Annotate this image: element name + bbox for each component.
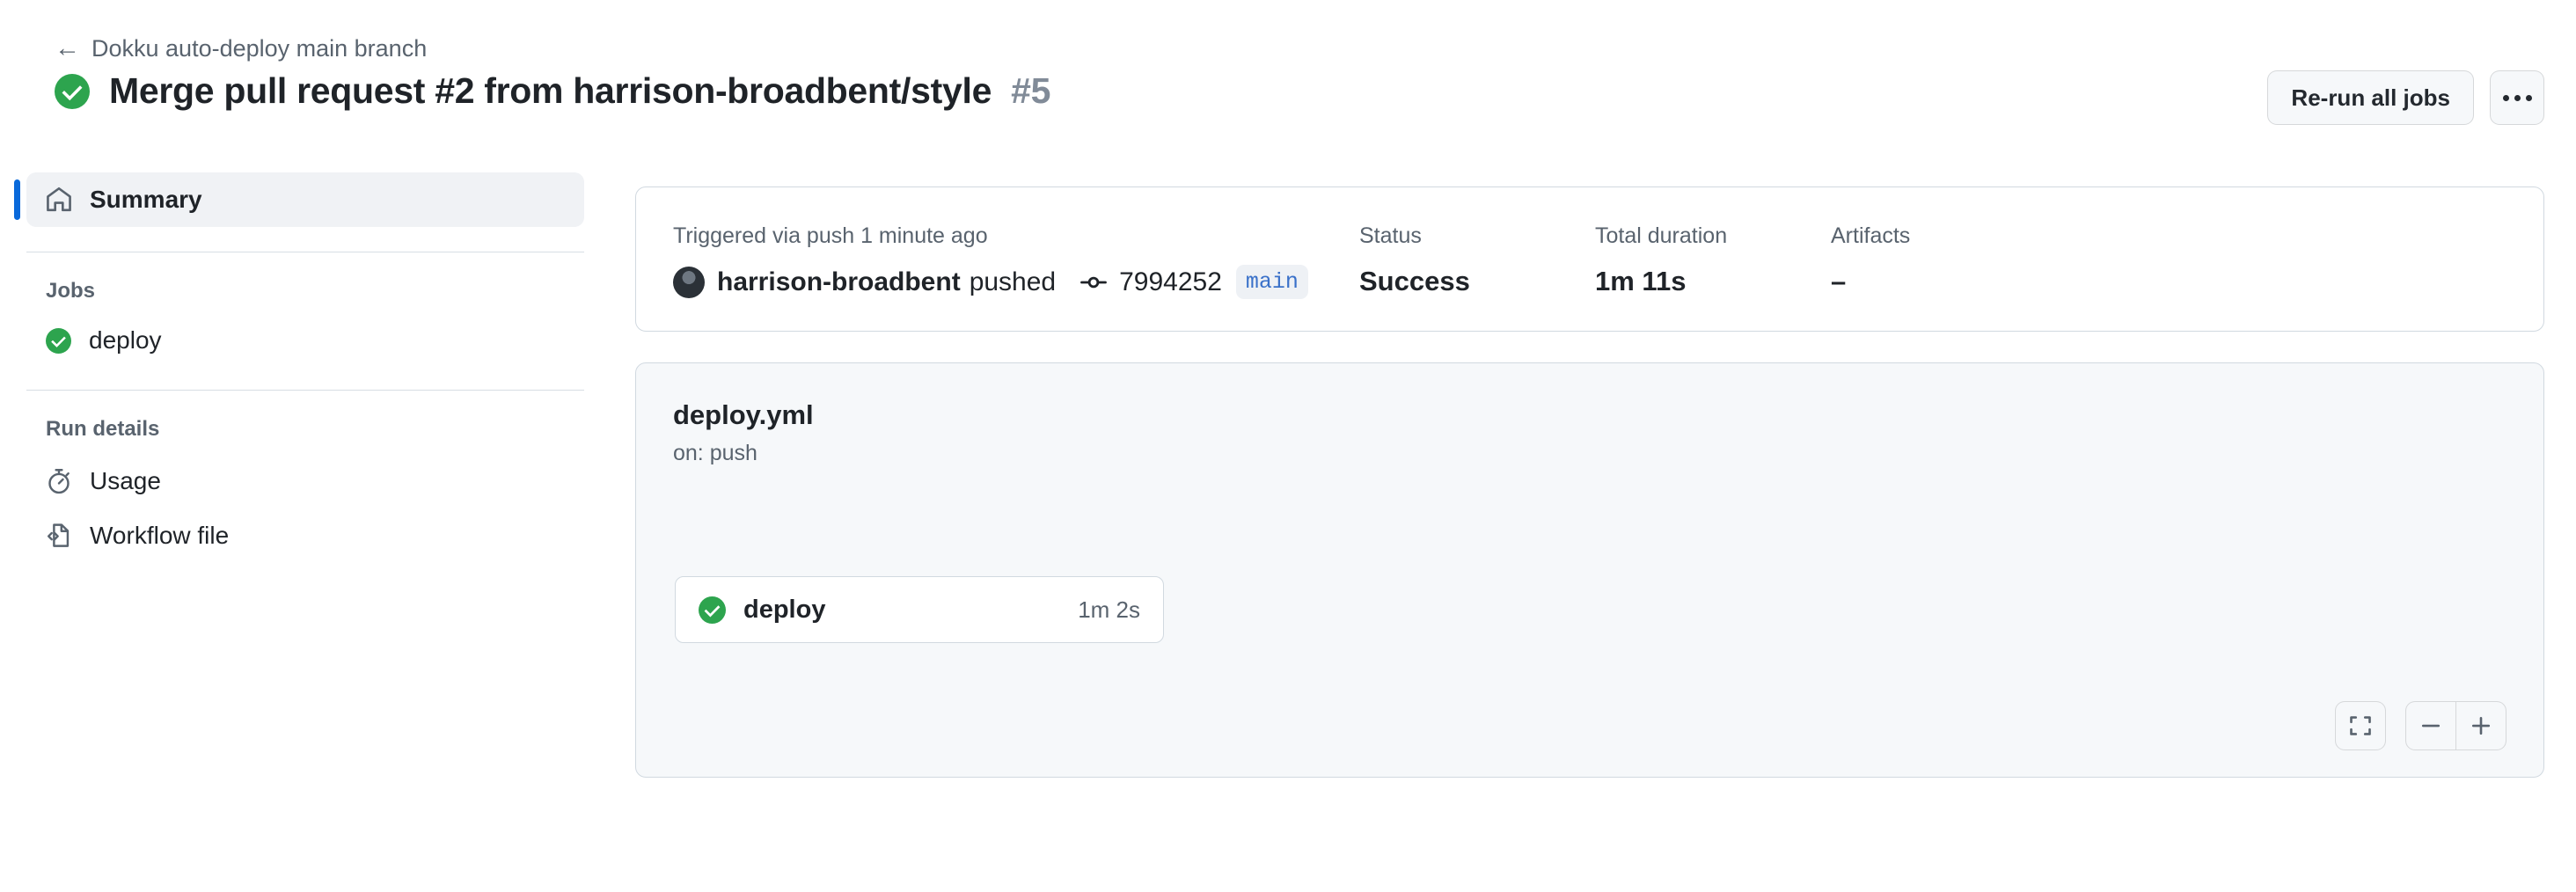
sidebar: Summary Jobs deploy Run details Usage Wo… xyxy=(0,172,616,563)
sidebar-item-label: Usage xyxy=(90,467,161,494)
rerun-all-jobs-button[interactable]: Re-run all jobs xyxy=(2267,70,2474,125)
graph-zoom-controls xyxy=(2335,701,2506,750)
graph-job-label: deploy xyxy=(743,595,826,624)
page-header: ← Dokku auto-deploy main branch Merge pu… xyxy=(0,0,2576,158)
plus-icon xyxy=(2471,716,2491,735)
run-title-row: Merge pull request #2 from harrison-broa… xyxy=(55,70,1050,112)
commit-sha[interactable]: 7994252 xyxy=(1119,267,1222,297)
artifacts-label: Artifacts xyxy=(1831,223,1911,248)
sidebar-heading-run-details: Run details xyxy=(46,417,160,441)
zoom-out-button[interactable] xyxy=(2406,702,2455,749)
check-circle-success-icon xyxy=(55,73,90,109)
trigger-column: Triggered via push 1 minute ago harrison… xyxy=(673,223,1359,299)
file-code-icon xyxy=(47,523,70,547)
breadcrumb[interactable]: ← Dokku auto-deploy main branch xyxy=(55,35,427,62)
more-options-button[interactable] xyxy=(2490,70,2544,125)
workflow-graph-card: deploy.yml on: push deploy 1m 2s xyxy=(635,362,2544,778)
status-label: Status xyxy=(1359,223,1422,248)
sidebar-divider-2 xyxy=(26,390,584,391)
status-column: Status Success xyxy=(1359,223,1595,297)
header-actions: Re-run all jobs xyxy=(2267,70,2544,125)
status-value: Success xyxy=(1359,266,1470,296)
sidebar-job-label: deploy xyxy=(89,326,162,354)
duration-column: Total duration 1m 11s xyxy=(1595,223,1831,297)
branch-badge[interactable]: main xyxy=(1235,265,1308,299)
sidebar-item-job-deploy[interactable]: deploy xyxy=(26,316,584,365)
sidebar-item-usage[interactable]: Usage xyxy=(26,454,584,508)
workflow-run-page: ← Dokku auto-deploy main branch Merge pu… xyxy=(0,0,2576,892)
graph-job-node-deploy[interactable]: deploy 1m 2s xyxy=(675,576,1164,643)
arrow-left-icon: ← xyxy=(55,34,80,62)
check-circle-success-icon xyxy=(46,327,71,354)
trigger-action: pushed xyxy=(969,267,1057,296)
page-title: Merge pull request #2 from harrison-broa… xyxy=(109,69,992,111)
sidebar-item-summary[interactable]: Summary xyxy=(14,172,584,227)
stopwatch-icon xyxy=(48,469,70,494)
main-content: Triggered via push 1 minute ago harrison… xyxy=(635,186,2544,778)
minus-icon xyxy=(2421,724,2441,727)
zoom-in-button[interactable] xyxy=(2456,702,2506,749)
kebab-horizontal-icon xyxy=(2502,94,2532,101)
run-number: #5 xyxy=(1011,70,1051,111)
git-commit-icon xyxy=(1080,276,1108,288)
fit-to-screen-target[interactable] xyxy=(2336,702,2385,749)
run-info-card: Triggered via push 1 minute ago harrison… xyxy=(635,186,2544,332)
check-circle-success-icon xyxy=(699,596,726,624)
zoom-control-group xyxy=(2405,701,2506,750)
artifacts-value: – xyxy=(1831,266,1847,296)
sidebar-item-label: Summary xyxy=(90,186,202,213)
actor-name[interactable]: harrison-broadbent xyxy=(717,267,961,297)
duration-value: 1m 11s xyxy=(1595,266,1687,296)
avatar xyxy=(673,266,705,298)
graph-job-duration: 1m 2s xyxy=(1078,596,1140,623)
sidebar-item-workflow-file[interactable]: Workflow file xyxy=(26,508,584,563)
home-icon xyxy=(47,186,71,212)
sidebar-item-label: Workflow file xyxy=(90,522,230,549)
fit-to-screen-button[interactable] xyxy=(2335,701,2386,750)
trigger-line: harrison-broadbent pushed 7994252 main xyxy=(673,265,1359,299)
workflow-file-name: deploy.yml xyxy=(673,399,814,430)
artifacts-column: Artifacts – xyxy=(1831,223,2067,297)
trigger-label: Triggered via push 1 minute ago xyxy=(673,223,988,248)
fit-to-screen-icon xyxy=(2350,716,2371,735)
sidebar-heading-jobs: Jobs xyxy=(46,279,96,303)
duration-label: Total duration xyxy=(1595,223,1728,248)
breadcrumb-label: Dokku auto-deploy main branch xyxy=(91,35,428,62)
workflow-trigger: on: push xyxy=(673,441,757,466)
